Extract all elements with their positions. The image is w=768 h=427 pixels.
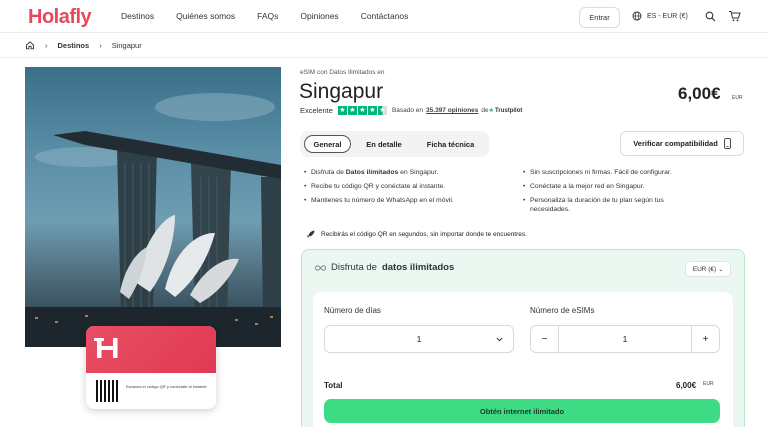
reviews-prefix: Basado en [391, 107, 424, 114]
star-half-icon: ★ [377, 106, 387, 115]
currency-select-value: EUR (€) [692, 265, 717, 273]
language-label: ES - EUR (€) [647, 12, 688, 20]
feature-text: en Singapur. [398, 169, 439, 176]
plus-button[interactable]: + [691, 326, 719, 352]
star-icon: ★ [337, 106, 347, 115]
feature-item: Sin suscripciones ni firmas. Fácil de co… [523, 168, 735, 177]
feature-item: Mantienes tu número de WhatsApp en el mó… [304, 196, 511, 205]
star-icon: ★ [357, 106, 367, 115]
plan-title: Disfruta de datos ilimitados [315, 262, 454, 273]
esim-card-caption: Escanea el código QR y conéctate al inst… [126, 384, 207, 389]
feature-text: Sin suscripciones ni firmas. Fácil de co… [530, 169, 672, 176]
nav-contactanos[interactable]: Contáctanos [361, 11, 409, 21]
trustpilot-star-icon: ★ [488, 108, 495, 114]
nav-faqs[interactable]: FAQs [257, 11, 278, 21]
site-header: Holafly Destinos Quiénes somos FAQs Opin… [0, 0, 768, 33]
chevron-down-icon [496, 337, 503, 342]
phone-icon [723, 138, 731, 149]
trustpilot-label: Trustpilot [495, 107, 523, 114]
rocket-icon [306, 230, 315, 238]
breadcrumb-current: Singapur [111, 40, 142, 50]
rating-row: Excelente ★ ★ ★ ★ ★ Basado en 35.397 opi… [300, 106, 522, 115]
reviews-link[interactable]: 35.397 opiniones [426, 107, 478, 114]
search-icon[interactable] [703, 9, 717, 23]
get-unlimited-internet-button[interactable]: Obtén internet ilimitado [324, 399, 720, 423]
login-button[interactable]: Entrar [579, 7, 620, 28]
verify-label: Verificar compatibilidad [633, 139, 718, 148]
total-label: Total [324, 381, 343, 390]
breadcrumb: › Destinos › Singapur [25, 40, 142, 50]
trustpilot-logo: ★ Trustpilot [488, 107, 523, 115]
cart-icon[interactable] [727, 9, 741, 23]
feature-item: Recibe tu código QR y conéctate al insta… [304, 182, 511, 191]
total-value: 6,00€ [676, 381, 697, 390]
total-currency: EUR [703, 381, 714, 387]
days-label: Número de días [324, 306, 381, 315]
holafly-h-icon [94, 338, 118, 358]
qr-code-icon [96, 380, 118, 402]
feature-text: Mantienes tu número de WhatsApp en el mó… [311, 197, 454, 204]
chevron-right-icon: › [45, 40, 48, 50]
esims-stepper: − 1 + [530, 325, 720, 353]
product-price: 6,00€ [678, 84, 721, 103]
globe-icon [632, 11, 642, 21]
product-subtitle: eSIM con Datos Ilimitados en [300, 69, 385, 76]
feature-text: Conéctate a la mejor red en Singapur. [530, 183, 645, 190]
tab-general[interactable]: General [304, 135, 351, 153]
plan-title-bold: datos ilimitados [381, 262, 455, 273]
star-icon: ★ [347, 106, 357, 115]
feature-text: Personaliza la duración de tu plan según… [530, 197, 664, 214]
verify-compatibility-button[interactable]: Verificar compatibilidad [620, 131, 744, 156]
breadcrumb-destinos[interactable]: Destinos [58, 41, 90, 50]
reviews-suffix: de [481, 107, 489, 114]
star-icon: ★ [367, 106, 377, 115]
holafly-logo[interactable]: Holafly [28, 6, 92, 29]
rating-stars: ★ ★ ★ ★ ★ [337, 106, 387, 115]
days-select[interactable]: 1 [324, 325, 514, 353]
days-value: 1 [416, 334, 422, 344]
feature-text: Disfruta de [311, 169, 346, 176]
home-icon[interactable] [25, 40, 35, 50]
price-currency: EUR [732, 95, 743, 101]
chevron-down-icon: ⌄ [718, 266, 724, 273]
rating-label: Excelente [300, 106, 333, 115]
feature-item: Personaliza la duración de tu plan según… [523, 196, 700, 214]
divider [0, 57, 768, 58]
main-nav: Destinos Quiénes somos FAQs Opiniones Co… [121, 11, 430, 21]
tab-ficha-tecnica[interactable]: Ficha técnica [418, 135, 483, 153]
language-selector[interactable]: ES - EUR (€) [632, 11, 688, 21]
currency-select[interactable]: EUR (€) ⌄ [685, 261, 731, 277]
product-tabs: General En detalle Ficha técnica [300, 131, 489, 157]
feature-item: Disfruta de Datos ilimitados en Singapur… [304, 168, 511, 177]
nav-opiniones[interactable]: Opiniones [300, 11, 338, 21]
chevron-right-icon: › [99, 40, 102, 50]
plan-title-pre: Disfruta de [331, 262, 377, 273]
product-title: Singapur [299, 80, 384, 103]
esims-label: Número de eSIMs [530, 306, 595, 315]
promo-text: Recibirás el código QR en segundos, sin … [321, 231, 527, 238]
infinity-icon [315, 264, 326, 271]
tab-en-detalle[interactable]: En detalle [358, 135, 410, 153]
feature-text: Recibe tu código QR y conéctate al insta… [311, 183, 446, 190]
nav-quienes-somos[interactable]: Quiénes somos [176, 11, 235, 21]
esim-card-header [86, 326, 216, 373]
singapore-hero-image [25, 67, 281, 347]
nav-destinos[interactable]: Destinos [121, 11, 154, 21]
promo-message: Recibirás el código QR en segundos, sin … [306, 230, 527, 239]
esim-card: Escanea el código QR y conéctate al inst… [86, 326, 216, 409]
feature-bold: Datos ilimitados [345, 169, 399, 176]
feature-item: Conéctate a la mejor red en Singapur. [523, 182, 735, 191]
